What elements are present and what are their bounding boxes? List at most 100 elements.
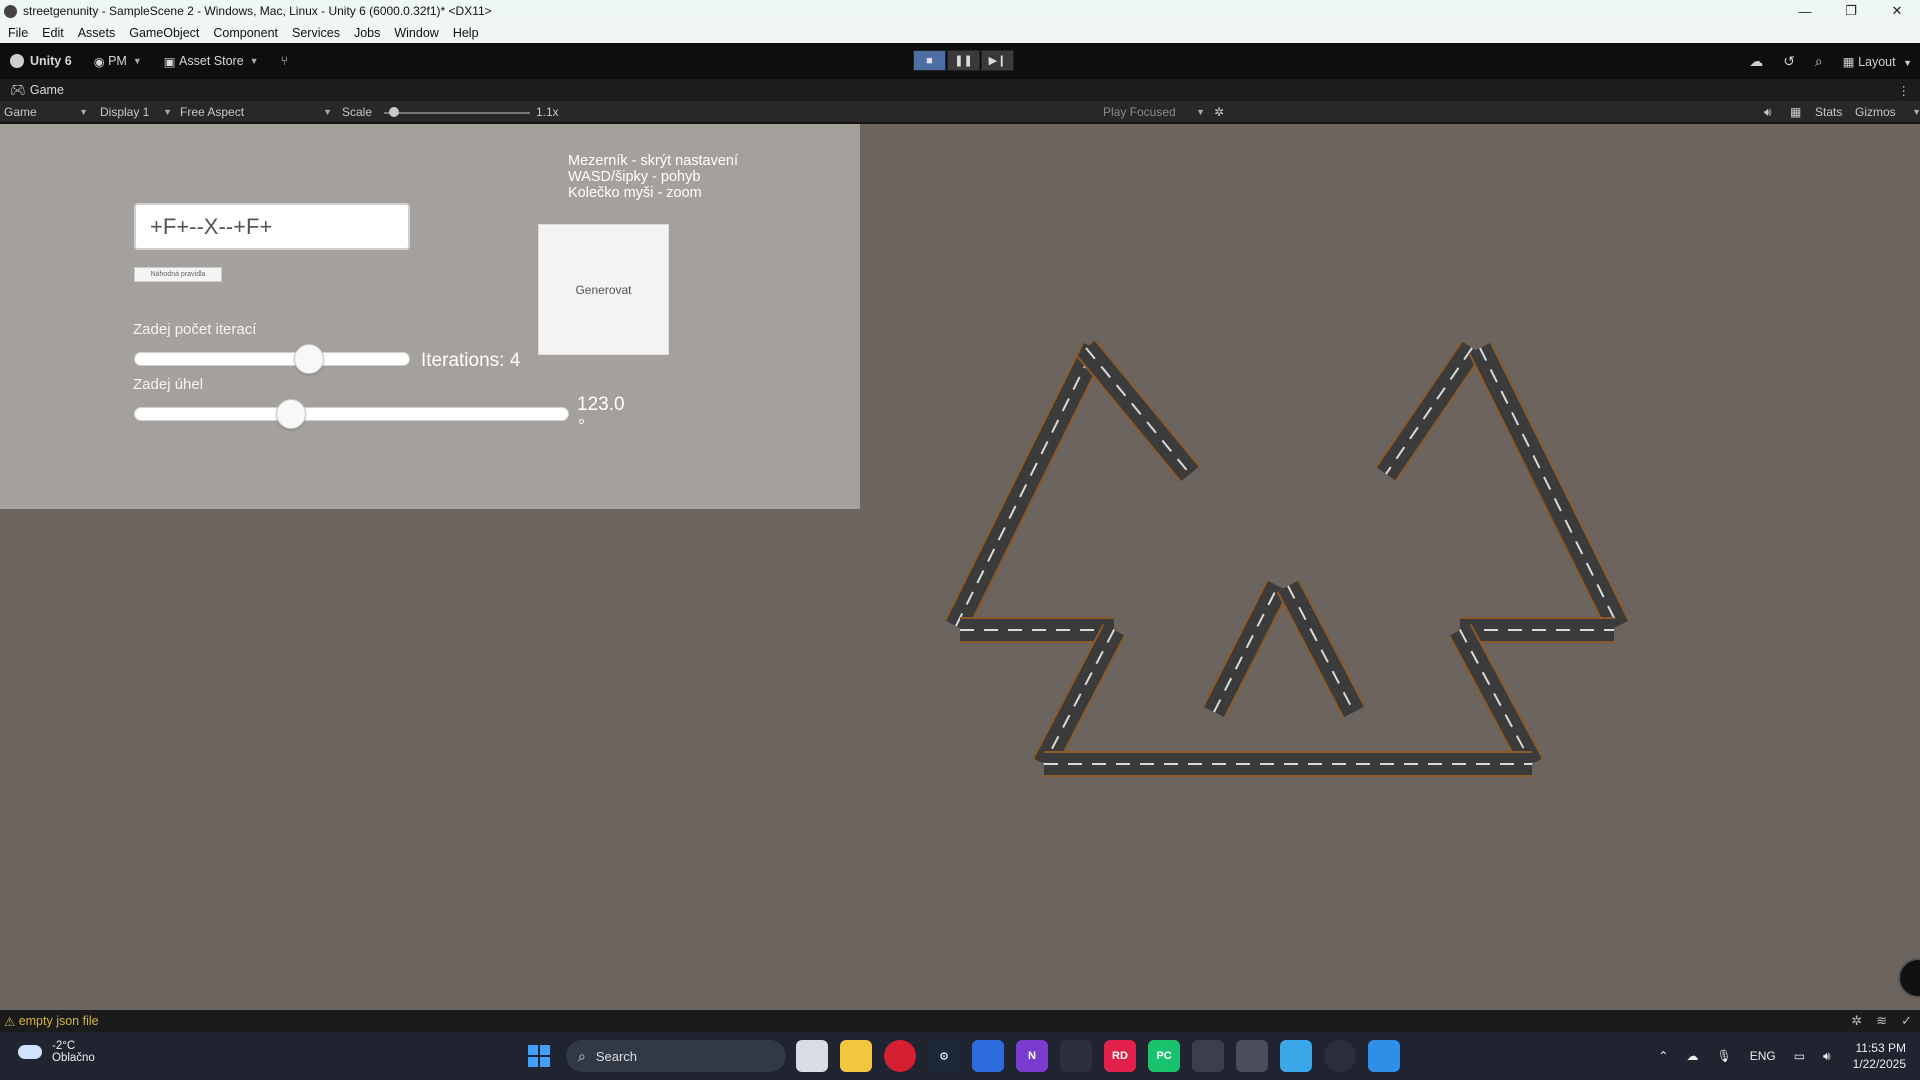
step-button[interactable]: ▶❙ — [981, 50, 1014, 71]
chevron-down-icon: ▼ — [249, 56, 259, 66]
window-titlebar: streetgenunity - SampleScene 2 - Windows… — [0, 0, 1920, 22]
settings-panel: +F+--X--+F+ Náhodná pravidla Zadej počet… — [0, 124, 860, 509]
search-label: Search — [595, 1048, 638, 1064]
scale-slider-track[interactable] — [384, 112, 530, 114]
warning-icon: ⚠ — [4, 1014, 19, 1029]
notepad-icon[interactable] — [1280, 1040, 1312, 1072]
volume-icon[interactable]: 🔊︎ — [1823, 1049, 1831, 1064]
menu-assets[interactable]: Assets — [78, 26, 116, 40]
version-control-button[interactable]: ⑂ — [281, 54, 289, 68]
menu-help[interactable]: Help — [453, 26, 479, 40]
windows-start-icon[interactable] — [528, 1045, 550, 1067]
gizmos-dropdown[interactable]: Gizmos ▼ — [1855, 101, 1920, 123]
debug-icon[interactable]: ✲ — [1851, 1013, 1862, 1029]
scale-value: 1.1x — [536, 105, 559, 119]
stats-button[interactable]: Stats — [1815, 101, 1842, 123]
steam-icon[interactable]: ⚙ — [928, 1040, 960, 1072]
onedrive-icon[interactable]: ☁ — [1686, 1049, 1698, 1063]
angle-slider-thumb[interactable] — [275, 399, 306, 429]
generate-button[interactable]: Generovat — [538, 224, 669, 355]
bug-icon[interactable]: ✲ — [1214, 101, 1224, 123]
search-icon[interactable]: ⌕ — [1815, 53, 1823, 70]
grid-icon[interactable]: ▦ — [1790, 101, 1801, 123]
step-icon: ▶❙ — [988, 55, 1007, 67]
scale-slider-thumb[interactable] — [389, 107, 399, 117]
check-icon[interactable]: ✓ — [1901, 1013, 1912, 1029]
opera-icon[interactable] — [884, 1040, 916, 1072]
menu-gameobject[interactable]: GameObject — [129, 26, 199, 40]
unity-editor-icon[interactable] — [1236, 1040, 1268, 1072]
clock-date: 1/22/2025 — [1852, 1057, 1906, 1071]
bag-icon: ▣ — [163, 54, 180, 69]
unity-version-button[interactable]: Unity 6 — [10, 54, 72, 68]
menu-edit[interactable]: Edit — [42, 26, 64, 40]
iterations-slider-thumb[interactable] — [293, 344, 324, 374]
help-line-space: Mezerník - skrýt nastavení — [568, 153, 739, 169]
status-message[interactable]: empty json file — [19, 1014, 99, 1028]
history-icon[interactable]: ↺ — [1783, 53, 1795, 70]
asset-store-dropdown[interactable]: ▣ Asset Store ▼ — [164, 54, 259, 69]
menu-jobs[interactable]: Jobs — [354, 26, 380, 40]
windows-taskbar: -2°C Oblačno ⌕ Search ⚙ N RD PC ⌃ ☁ 🎙︎ E… — [0, 1032, 1920, 1080]
app-icon[interactable] — [972, 1040, 1004, 1072]
account-dropdown[interactable]: ◉ PM ▼ — [94, 54, 142, 69]
chevron-down-icon: ▼ — [1903, 57, 1912, 68]
rider-icon[interactable]: RD — [1104, 1040, 1136, 1072]
stop-button[interactable]: ■ — [913, 50, 946, 71]
mode-label: Game — [4, 105, 37, 119]
iterations-value: Iterations: 4 — [421, 350, 521, 371]
restore-icon[interactable]: ❐ — [1828, 0, 1874, 22]
chevron-down-icon: ▼ — [1196, 107, 1205, 117]
menu-services[interactable]: Services — [292, 26, 340, 40]
menu-file[interactable]: File — [8, 26, 28, 40]
close-icon[interactable]: ✕ — [1874, 0, 1920, 22]
onenote-icon[interactable]: N — [1016, 1040, 1048, 1072]
rule-input[interactable]: +F+--X--+F+ — [134, 203, 410, 250]
pause-button[interactable]: ❚❚ — [947, 50, 980, 71]
tab-game[interactable]: Game — [30, 83, 64, 97]
language-indicator[interactable]: ENG — [1750, 1049, 1776, 1063]
account-label: PM — [108, 54, 127, 68]
game-viewport[interactable]: +F+--X--+F+ Náhodná pravidla Zadej počet… — [0, 124, 1920, 1010]
iterations-slider-track[interactable] — [134, 352, 410, 366]
more-options-icon[interactable]: ⋮ — [1898, 83, 1911, 98]
play-focused-dropdown[interactable]: Play Focused ▼ — [1103, 101, 1205, 123]
microphone-icon[interactable]: 🎙︎ — [1716, 1049, 1731, 1063]
mode-dropdown[interactable]: Game ▼ — [4, 101, 88, 123]
random-rules-button[interactable]: Náhodná pravidla — [134, 267, 222, 282]
menu-component[interactable]: Component — [213, 26, 278, 40]
scale-label: Scale — [342, 105, 373, 119]
chevron-up-icon[interactable]: ⌃ — [1658, 1049, 1668, 1063]
weather-widget[interactable]: -2°C Oblačno — [18, 1040, 95, 1064]
unity-hub-icon[interactable] — [1192, 1040, 1224, 1072]
menu-window[interactable]: Window — [394, 26, 438, 40]
weather-desc: Oblačno — [52, 1052, 95, 1064]
menu-bar: File Edit Assets GameObject Component Se… — [0, 22, 1920, 43]
paint-icon[interactable] — [1368, 1040, 1400, 1072]
layout-dropdown[interactable]: ▦ Layout ▼ — [1843, 54, 1912, 69]
cloud-icon[interactable]: ☁ — [1749, 53, 1763, 70]
clock-time: 11:53 PM — [1855, 1041, 1906, 1055]
taskbar-search[interactable]: ⌕ Search — [566, 1040, 786, 1072]
app-icon-2[interactable] — [1060, 1040, 1092, 1072]
display-dropdown[interactable]: Display 1 ▼ — [100, 101, 172, 123]
minimize-icon[interactable]: — — [1782, 0, 1828, 22]
angle-slider-track[interactable] — [134, 407, 569, 421]
game-view-toolbar: Game ▼ Display 1 ▼ Free Aspect ▼ Scale 1… — [0, 101, 1920, 123]
pycharm-icon[interactable]: PC — [1148, 1040, 1180, 1072]
play-controls: ■ ❚❚ ▶❙ — [913, 50, 1015, 71]
layers-icon[interactable]: ≋ — [1876, 1013, 1887, 1029]
clock[interactable]: 11:53 PM 1/22/2025 — [1853, 1040, 1906, 1072]
file-explorer-icon[interactable] — [840, 1040, 872, 1072]
audio-icon[interactable]: 🔊︎ — [1764, 101, 1772, 123]
aspect-dropdown[interactable]: Free Aspect ▼ — [180, 101, 332, 123]
stop-icon: ■ — [926, 54, 933, 67]
task-view-icon[interactable] — [796, 1040, 828, 1072]
obs-icon[interactable] — [1324, 1040, 1356, 1072]
gamepad-icon: 🎮︎ — [10, 82, 26, 97]
network-icon[interactable]: ▭ — [1794, 1049, 1805, 1063]
chevron-down-icon: ▼ — [1912, 107, 1920, 117]
search-icon: ⌕ — [578, 1047, 586, 1064]
play-focused-label: Play Focused — [1103, 105, 1176, 119]
angle-value: 123.0 — [577, 394, 625, 415]
